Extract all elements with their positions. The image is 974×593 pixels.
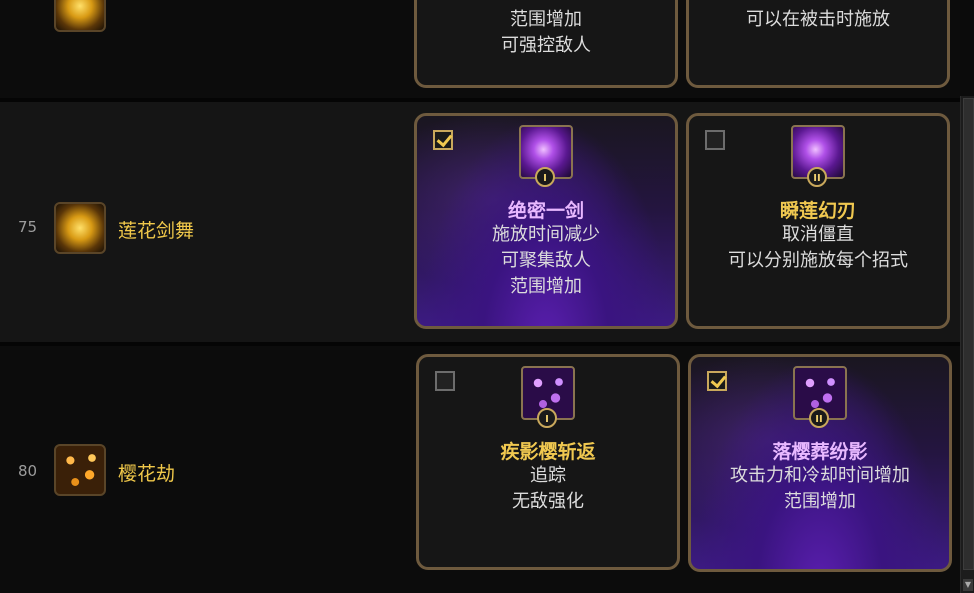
option-desc-line: 可聚集敌人	[501, 250, 591, 271]
scrollbar-thumb[interactable]	[963, 98, 974, 570]
option-checkbox[interactable]	[705, 130, 725, 150]
sakura-slash-icon: I	[521, 366, 575, 428]
option-card-r0-1[interactable]: 范围增加 可强控敌人	[414, 0, 678, 88]
skill-row-partial: 范围增加 可强控敌人 可以在被击时施放	[0, 0, 960, 98]
option-desc-line: 无敌强化	[512, 491, 584, 512]
skill-level: 80	[18, 462, 38, 480]
option-checkbox[interactable]	[433, 130, 453, 150]
option-desc-line: 范围增加	[510, 9, 582, 30]
option-desc-line: 取消僵直	[782, 224, 854, 245]
option-desc-line: 施放时间减少	[492, 224, 600, 245]
skill-level: 75	[18, 218, 38, 236]
sakura-petals-icon	[54, 444, 106, 496]
option-desc-line: 范围增加	[784, 491, 856, 512]
roman-numeral-badge: I	[537, 408, 557, 428]
option-desc-line: 可强控敌人	[501, 35, 591, 56]
purple-swirl-icon: II	[791, 125, 845, 187]
option-desc-line: 追踪	[530, 465, 566, 486]
skill-icon-partial	[54, 0, 106, 32]
roman-numeral-badge: I	[535, 167, 555, 187]
option-card-juemi-yijian[interactable]: I 绝密一剑 施放时间减少 可聚集敌人 范围增加	[414, 113, 678, 329]
scroll-down-arrow-icon[interactable]: ▼	[963, 579, 973, 591]
skill-row-80: 80 樱花劫 I 疾影樱斩返 追踪 无敌强化 II 落樱葬纷影 攻击力和冷却时间…	[0, 346, 960, 593]
option-name: 疾影樱斩返	[500, 441, 596, 463]
skill-name: 莲花剑舞	[118, 220, 195, 242]
skill-row-75: 75 莲花剑舞 I 绝密一剑 施放时间减少 可聚集敌人 范围增加 II 瞬莲幻刃…	[0, 102, 960, 342]
option-name: 瞬莲幻刃	[779, 200, 856, 222]
option-name: 落樱葬纷影	[772, 441, 868, 463]
lotus-sword-dance-icon	[54, 202, 106, 254]
option-checkbox[interactable]	[435, 371, 455, 391]
sakura-slash-icon: II	[793, 366, 847, 428]
roman-numeral-badge: II	[807, 167, 827, 187]
option-card-luoying-zangfenying[interactable]: II 落樱葬纷影 攻击力和冷却时间增加 范围增加	[688, 354, 952, 572]
purple-swirl-icon: I	[519, 125, 573, 187]
option-desc-line: 可以在被击时施放	[746, 9, 890, 30]
option-card-shunlian-huanren[interactable]: II 瞬莲幻刃 取消僵直 可以分别施放每个招式	[686, 113, 950, 329]
skill-name: 樱花劫	[118, 463, 176, 485]
option-desc-line: 范围增加	[510, 276, 582, 297]
roman-numeral-badge: II	[809, 408, 829, 428]
option-card-jiying-yingzhanfan[interactable]: I 疾影樱斩返 追踪 无敌强化	[416, 354, 680, 570]
option-checkbox[interactable]	[707, 371, 727, 391]
vertical-scrollbar[interactable]: ▼	[960, 96, 974, 593]
option-card-r0-2[interactable]: 可以在被击时施放	[686, 0, 950, 88]
option-desc-line: 攻击力和冷却时间增加	[730, 465, 910, 486]
option-desc-line: 可以分别施放每个招式	[728, 250, 908, 271]
option-name: 绝密一剑	[507, 200, 584, 222]
